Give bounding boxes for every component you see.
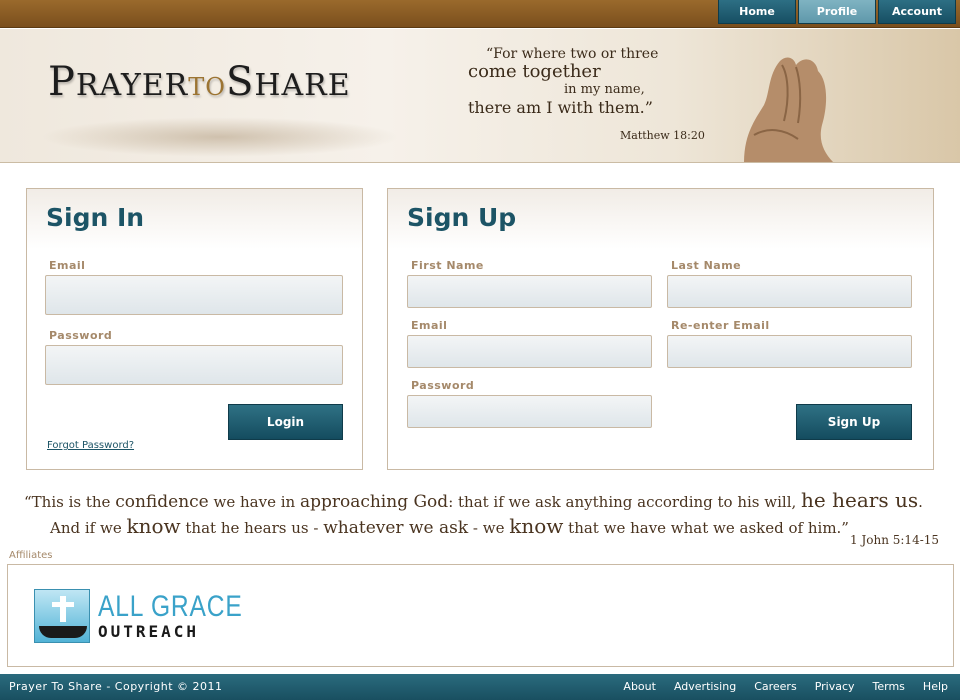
header-banner: PRAYERTOSHARE “For where two or three co… (0, 29, 960, 163)
footer-link-help[interactable]: Help (923, 680, 948, 693)
footer-link-about[interactable]: About (623, 680, 656, 693)
reenter-email-field[interactable] (667, 335, 912, 368)
forgot-password-link[interactable]: Forgot Password? (47, 440, 134, 451)
footer-link-advertising[interactable]: Advertising (674, 680, 736, 693)
last-name-field[interactable] (667, 275, 912, 308)
sign-up-password-field[interactable] (407, 395, 652, 428)
footer: Prayer To Share - Copyright © 2011 About… (0, 674, 960, 700)
banner-quote-reference: Matthew 18:20 (620, 129, 705, 142)
first-name-label: First Name (411, 259, 484, 272)
affiliates-box: ALL GRACE OUTREACH (7, 564, 954, 667)
sign-in-email-field[interactable] (45, 275, 343, 315)
footer-link-terms[interactable]: Terms (873, 680, 905, 693)
banner-brush-stroke (40, 117, 400, 157)
verse-reference: 1 John 5:14-15 (850, 533, 940, 547)
sign-up-button[interactable]: Sign Up (796, 404, 912, 440)
top-nav: Home Profile Account (716, 0, 956, 24)
cross-hand-icon (34, 589, 90, 643)
nav-account[interactable]: Account (878, 0, 956, 24)
praying-hands-image (744, 57, 834, 162)
sign-in-password-field[interactable] (45, 345, 343, 385)
top-bar: Home Profile Account (0, 0, 960, 28)
sign-up-email-label: Email (411, 319, 448, 332)
verse-line-1: “This is the confidence we have in appro… (24, 488, 923, 512)
footer-link-careers[interactable]: Careers (754, 680, 797, 693)
email-label: Email (49, 259, 86, 272)
banner-quote: “For where two or three come together in… (468, 46, 659, 117)
bible-verse: “This is the confidence we have in appro… (24, 488, 944, 538)
all-grace-outreach-logo[interactable]: ALL GRACE OUTREACH (34, 589, 274, 643)
sign-in-title: Sign In (46, 203, 145, 232)
nav-profile[interactable]: Profile (798, 0, 876, 24)
site-logo[interactable]: PRAYERTOSHARE (48, 59, 351, 105)
copyright-text: Prayer To Share - Copyright © 2011 (9, 680, 223, 693)
sign-in-panel: Sign In Email Password Login Forgot Pass… (26, 188, 363, 470)
password-label: Password (49, 329, 113, 342)
sign-up-panel: Sign Up First Name Last Name Email Re-en… (387, 188, 934, 470)
reenter-email-label: Re-enter Email (671, 319, 770, 332)
last-name-label: Last Name (671, 259, 742, 272)
verse-line-2: And if we know that he hears us - whatev… (50, 514, 849, 538)
sign-up-password-label: Password (411, 379, 475, 392)
sign-up-title: Sign Up (407, 203, 517, 232)
affiliates-label: Affiliates (9, 550, 53, 561)
first-name-field[interactable] (407, 275, 652, 308)
footer-link-privacy[interactable]: Privacy (815, 680, 855, 693)
footer-links: About Advertising Careers Privacy Terms … (605, 680, 948, 693)
nav-home[interactable]: Home (718, 0, 796, 24)
sign-up-email-field[interactable] (407, 335, 652, 368)
login-button[interactable]: Login (228, 404, 343, 440)
